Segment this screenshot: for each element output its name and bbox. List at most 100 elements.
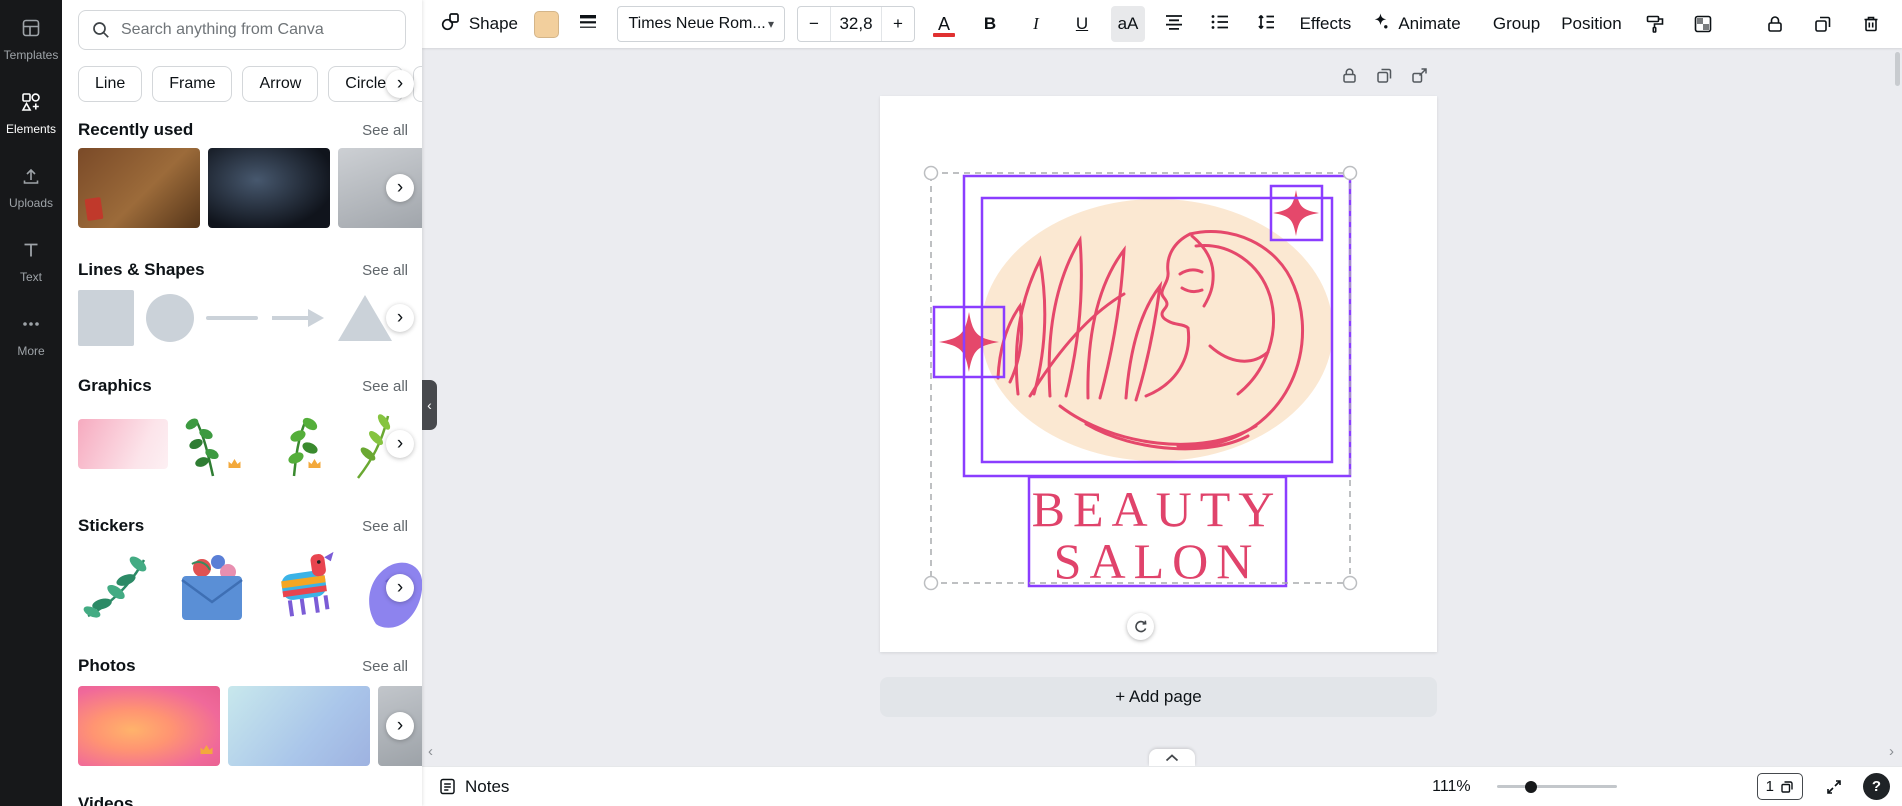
photo-detail (84, 196, 104, 222)
underline-button[interactable]: U (1065, 6, 1099, 42)
logo-text-line1[interactable]: BEAUTY (1032, 481, 1283, 537)
photos-scroll-right-icon[interactable]: › (386, 712, 414, 740)
bold-button[interactable]: B (973, 6, 1007, 42)
plant-graphic-thumbnail[interactable] (258, 408, 328, 480)
format-toolbar: Shape Times Neue Rom... ▾ − 32,8 + A B I… (422, 0, 1902, 48)
sidebar-item-label: More (17, 343, 45, 358)
recent-photo-thumbnail[interactable] (78, 148, 200, 228)
chevron-left-icon: ‹ (427, 397, 432, 413)
duplicate-page-icon[interactable] (1375, 66, 1394, 90)
text-case-button[interactable]: aA (1110, 6, 1145, 42)
chip-arrow[interactable]: Arrow (242, 66, 319, 102)
canvas-area[interactable]: BEAUTY SALON + Add page ‹ › (422, 48, 1902, 766)
square-shape-thumbnail[interactable] (78, 290, 134, 346)
copy-style-icon[interactable] (1638, 6, 1672, 42)
sidebar-item-elements[interactable]: Elements (0, 80, 62, 146)
see-all-link[interactable]: See all (362, 262, 408, 279)
sidebar-item-text[interactable]: Text (0, 228, 62, 294)
plant-graphic-thumbnail[interactable] (178, 408, 248, 480)
arrow-shape-thumbnail[interactable] (270, 306, 326, 330)
pro-crown-icon (199, 743, 214, 761)
gradient-photo-thumbnail[interactable] (228, 686, 370, 766)
fullscreen-button[interactable] (1825, 778, 1843, 796)
see-all-link[interactable]: See all (362, 518, 408, 535)
sidebar-item-label: Text (19, 269, 42, 284)
position-button[interactable]: Position (1557, 6, 1626, 42)
duplicate-icon[interactable] (1806, 6, 1840, 42)
border-style-button[interactable] (571, 6, 605, 42)
pinata-sticker-thumbnail[interactable] (266, 546, 346, 630)
chips-scroll-right-icon[interactable]: › (386, 70, 414, 98)
alignment-icon (1164, 13, 1184, 36)
envelope-flowers-sticker-thumbnail[interactable] (168, 546, 256, 630)
chip-line[interactable]: Line (78, 66, 143, 102)
uploads-icon (20, 165, 42, 192)
help-button[interactable]: ? (1863, 773, 1890, 800)
recently-used-scroll-right-icon[interactable]: › (386, 174, 414, 202)
group-button[interactable]: Group (1488, 6, 1545, 42)
design-page[interactable]: BEAUTY SALON (880, 96, 1437, 652)
search-input[interactable] (121, 21, 393, 39)
add-page-button[interactable]: + Add page (880, 677, 1437, 717)
search-bar[interactable] (78, 10, 406, 50)
lock-page-icon[interactable] (1340, 66, 1359, 90)
font-size-decrease-button[interactable]: − (798, 7, 830, 41)
lines-shapes-scroll-right-icon[interactable]: › (386, 304, 414, 332)
delete-icon[interactable] (1854, 6, 1888, 42)
expand-bottom-panel-button[interactable] (1149, 749, 1195, 766)
chevron-up-icon (1165, 753, 1179, 761)
selection-handle (1342, 575, 1358, 591)
zoom-percent[interactable]: 111% (1432, 778, 1471, 796)
section-title: Graphics (78, 376, 152, 395)
shape-button[interactable]: Shape (436, 6, 522, 42)
see-all-link[interactable]: See all (362, 378, 408, 395)
gradient-photo-thumbnail[interactable] (78, 686, 220, 766)
circle-shape-thumbnail[interactable] (146, 294, 194, 342)
notes-button[interactable]: Notes (438, 777, 509, 797)
see-all-link[interactable]: See all (362, 658, 408, 675)
leaves-sticker-thumbnail[interactable] (78, 546, 158, 630)
transparency-icon[interactable] (1686, 6, 1720, 42)
animate-button[interactable]: Animate (1368, 6, 1464, 42)
panel-collapse-button[interactable]: ‹ (422, 380, 437, 430)
stickers-scroll-right-icon[interactable]: › (386, 574, 414, 602)
logo-text-line2[interactable]: SALON (1054, 533, 1261, 589)
recent-photo-thumbnail[interactable] (208, 148, 330, 228)
beauty-salon-design[interactable]: BEAUTY SALON (880, 96, 1437, 652)
move-page-icon[interactable] (1410, 66, 1429, 90)
graphics-scroll-right-icon[interactable]: › (386, 430, 414, 458)
bullet-list-button[interactable] (1203, 6, 1237, 42)
chip-square[interactable]: Square (413, 66, 422, 102)
zoom-slider-handle[interactable] (1524, 780, 1537, 793)
spacing-button[interactable] (1249, 6, 1283, 42)
fill-color-swatch[interactable] (533, 10, 560, 38)
see-all-link[interactable]: See all (362, 122, 408, 139)
rotate-handle[interactable] (1127, 613, 1154, 640)
page-indicator[interactable]: 1 (1756, 773, 1803, 800)
font-family-select[interactable]: Times Neue Rom... ▾ (617, 6, 785, 42)
logo-ellipse[interactable] (981, 199, 1333, 461)
vertical-scrollbar[interactable] (1895, 52, 1900, 86)
more-icon (20, 313, 42, 340)
effects-button[interactable]: Effects (1295, 6, 1356, 42)
scroll-right-icon[interactable]: › (1889, 743, 1894, 760)
bullet-list-icon (1210, 13, 1230, 36)
section-header-stickers: Stickers See all (78, 516, 408, 536)
scroll-left-icon[interactable]: ‹ (428, 743, 433, 760)
sidebar-item-label: Templates (3, 47, 59, 62)
line-shape-thumbnail[interactable] (206, 316, 258, 320)
alignment-button[interactable] (1157, 6, 1191, 42)
sidebar-item-templates[interactable]: Templates (0, 6, 62, 72)
section-title: Stickers (78, 516, 145, 535)
chip-frame[interactable]: Frame (152, 66, 233, 102)
lock-icon[interactable] (1758, 6, 1792, 42)
font-size-value[interactable]: 32,8 (829, 7, 882, 41)
font-size-increase-button[interactable]: + (882, 7, 914, 41)
gradient-graphic-thumbnail[interactable] (78, 419, 168, 469)
text-color-button[interactable]: A (927, 6, 961, 42)
zoom-slider[interactable] (1496, 777, 1617, 797)
sidebar-item-more[interactable]: More (0, 302, 62, 368)
triangle-shape-thumbnail[interactable] (338, 295, 392, 341)
italic-button[interactable]: I (1019, 6, 1053, 42)
sidebar-item-uploads[interactable]: Uploads (0, 154, 62, 220)
